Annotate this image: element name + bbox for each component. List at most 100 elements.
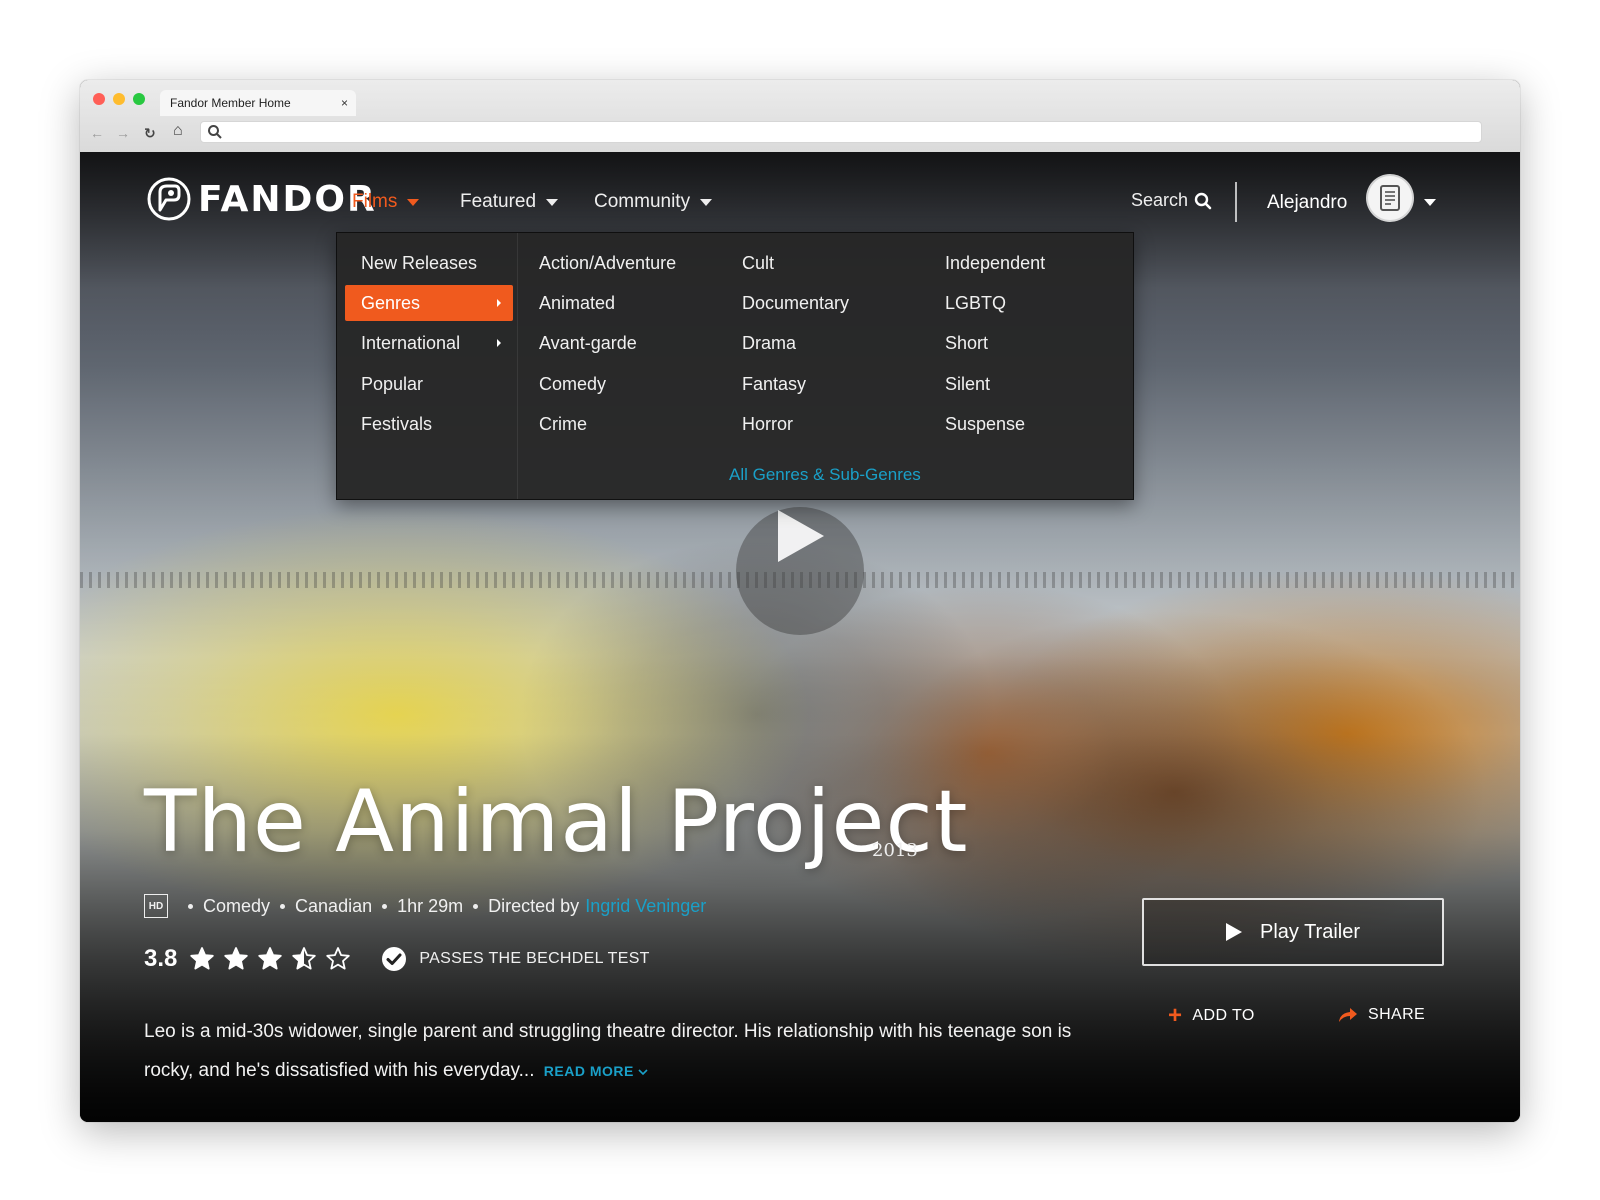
- fandor-logo-icon: [147, 177, 191, 221]
- add-to-label: ADD TO: [1192, 1007, 1255, 1024]
- film-title: The Animal Project: [144, 772, 969, 872]
- close-tab-icon[interactable]: ×: [341, 90, 348, 116]
- films-dropdown-menu: New Releases Genres International Popula…: [336, 232, 1134, 500]
- submenu-item-festivals[interactable]: Festivals: [345, 406, 513, 442]
- search-icon: [208, 125, 222, 139]
- films-submenu-list: New Releases Genres International Popula…: [337, 233, 518, 499]
- genre-link[interactable]: Comedy: [539, 372, 606, 396]
- all-genres-link[interactable]: All Genres & Sub-Genres: [729, 465, 921, 485]
- check-circle-icon: [382, 947, 407, 971]
- genre-link[interactable]: Horror: [742, 412, 793, 436]
- film-year: 2013: [872, 840, 918, 861]
- header-divider: [1235, 182, 1237, 222]
- nav-community-label: Community: [594, 191, 691, 212]
- fandor-page: FANDOR Films Featured Community Search A…: [80, 152, 1520, 1122]
- genre-link[interactable]: Suspense: [945, 412, 1025, 436]
- film-runtime: 1hr 29m: [397, 895, 464, 916]
- chevron-right-icon: [497, 299, 501, 307]
- hd-badge: HD: [144, 894, 168, 918]
- nav-films[interactable]: Films: [352, 190, 420, 214]
- browser-tab[interactable]: Fandor Member Home ×: [160, 90, 356, 116]
- film-genre[interactable]: Comedy: [203, 896, 270, 917]
- play-icon: [1225, 923, 1242, 941]
- user-menu-chevron-down-icon[interactable]: [1424, 199, 1436, 206]
- tab-title: Fandor Member Home: [170, 96, 291, 110]
- rating-value: 3.8: [144, 945, 178, 972]
- star-empty-icon[interactable]: [325, 946, 351, 972]
- genre-link[interactable]: Fantasy: [742, 372, 806, 396]
- bechdel-label: PASSES THE BECHDEL TEST: [419, 950, 650, 967]
- genre-link[interactable]: Action/Adventure: [539, 251, 676, 275]
- nav-community[interactable]: Community: [594, 190, 713, 214]
- submenu-item-genres[interactable]: Genres: [345, 285, 513, 321]
- nav-featured[interactable]: Featured: [460, 190, 559, 214]
- genre-link[interactable]: LGBTQ: [945, 291, 1006, 315]
- genre-link[interactable]: Documentary: [742, 291, 849, 315]
- forward-arrow-icon[interactable]: →: [116, 124, 130, 142]
- minimize-window-button[interactable]: [113, 93, 125, 105]
- genre-link[interactable]: Cult: [742, 251, 774, 275]
- address-bar[interactable]: [200, 121, 1482, 143]
- genre-link[interactable]: Short: [945, 331, 988, 355]
- back-arrow-icon[interactable]: ←: [90, 124, 104, 142]
- browser-chrome: Fandor Member Home × ← → ↻ ⌂: [80, 80, 1520, 153]
- star-full-icon[interactable]: [189, 946, 215, 972]
- reload-icon[interactable]: ↻: [144, 124, 156, 142]
- avatar-document-icon: [1380, 185, 1400, 211]
- share-label: SHARE: [1368, 1006, 1426, 1023]
- rating-row: 3.8 PASSES THE BECHDEL TEST: [144, 944, 650, 974]
- chevron-down-icon: [407, 198, 420, 206]
- brand-wordmark: FANDOR: [198, 178, 377, 220]
- genre-link[interactable]: Drama: [742, 331, 796, 355]
- chevron-right-icon: [497, 339, 501, 347]
- genre-link[interactable]: Silent: [945, 372, 990, 396]
- chevron-down-icon: [700, 198, 713, 206]
- submenu-item-new-releases[interactable]: New Releases: [345, 245, 513, 281]
- submenu-item-popular[interactable]: Popular: [345, 366, 513, 402]
- nav-films-label: Films: [352, 191, 398, 212]
- separator-dot: [473, 903, 479, 909]
- film-synopsis: Leo is a mid-30s widower, single parent …: [144, 1012, 1104, 1091]
- home-icon[interactable]: ⌂: [173, 122, 183, 140]
- close-window-button[interactable]: [93, 93, 105, 105]
- fandor-logo[interactable]: FANDOR: [146, 174, 377, 224]
- film-meta-row: HD Comedy Canadian 1hr 29m Directed by I…: [144, 892, 706, 920]
- add-to-button[interactable]: + ADD TO: [1168, 1002, 1255, 1029]
- avatar[interactable]: [1368, 176, 1412, 220]
- submenu-item-label: New Releases: [361, 253, 478, 273]
- separator-dot: [382, 903, 388, 909]
- star-rating[interactable]: [189, 946, 359, 972]
- username[interactable]: Alejandro: [1267, 192, 1347, 214]
- genre-link[interactable]: Crime: [539, 412, 587, 436]
- search-icon: [1194, 192, 1212, 209]
- browser-window: Fandor Member Home × ← → ↻ ⌂ FANDOR Film…: [80, 80, 1520, 1122]
- chevron-down-icon: [638, 1069, 648, 1076]
- genre-link[interactable]: Animated: [539, 291, 615, 315]
- play-icon: [778, 510, 824, 562]
- share-button[interactable]: SHARE: [1338, 1006, 1425, 1024]
- submenu-item-international[interactable]: International: [345, 325, 513, 361]
- submenu-item-label: International: [361, 333, 461, 353]
- genre-link[interactable]: Avant-garde: [539, 331, 637, 355]
- bechdel-badge: PASSES THE BECHDEL TEST: [381, 946, 649, 972]
- play-trailer-button[interactable]: Play Trailer: [1142, 898, 1444, 966]
- read-more-link[interactable]: READ MORE: [544, 1063, 648, 1079]
- search-label: Search: [1131, 190, 1189, 210]
- header-search[interactable]: Search: [1131, 190, 1212, 211]
- genre-link[interactable]: Independent: [945, 251, 1045, 275]
- maximize-window-button[interactable]: [133, 93, 145, 105]
- submenu-item-label: Popular: [361, 374, 424, 394]
- star-full-icon[interactable]: [257, 946, 283, 972]
- plus-icon: +: [1168, 1002, 1183, 1029]
- star-half-icon[interactable]: [291, 946, 317, 972]
- star-full-icon[interactable]: [223, 946, 249, 972]
- play-trailer-label: Play Trailer: [1259, 920, 1361, 943]
- chevron-down-icon: [546, 198, 559, 206]
- submenu-item-label: Genres: [361, 293, 421, 313]
- nav-featured-label: Featured: [460, 191, 537, 212]
- submenu-item-label: Festivals: [361, 414, 433, 434]
- director-link[interactable]: Ingrid Veninger: [585, 896, 706, 917]
- directed-by-label: Directed by: [488, 895, 580, 916]
- separator-dot: [188, 903, 193, 909]
- film-country[interactable]: Canadian: [295, 896, 372, 917]
